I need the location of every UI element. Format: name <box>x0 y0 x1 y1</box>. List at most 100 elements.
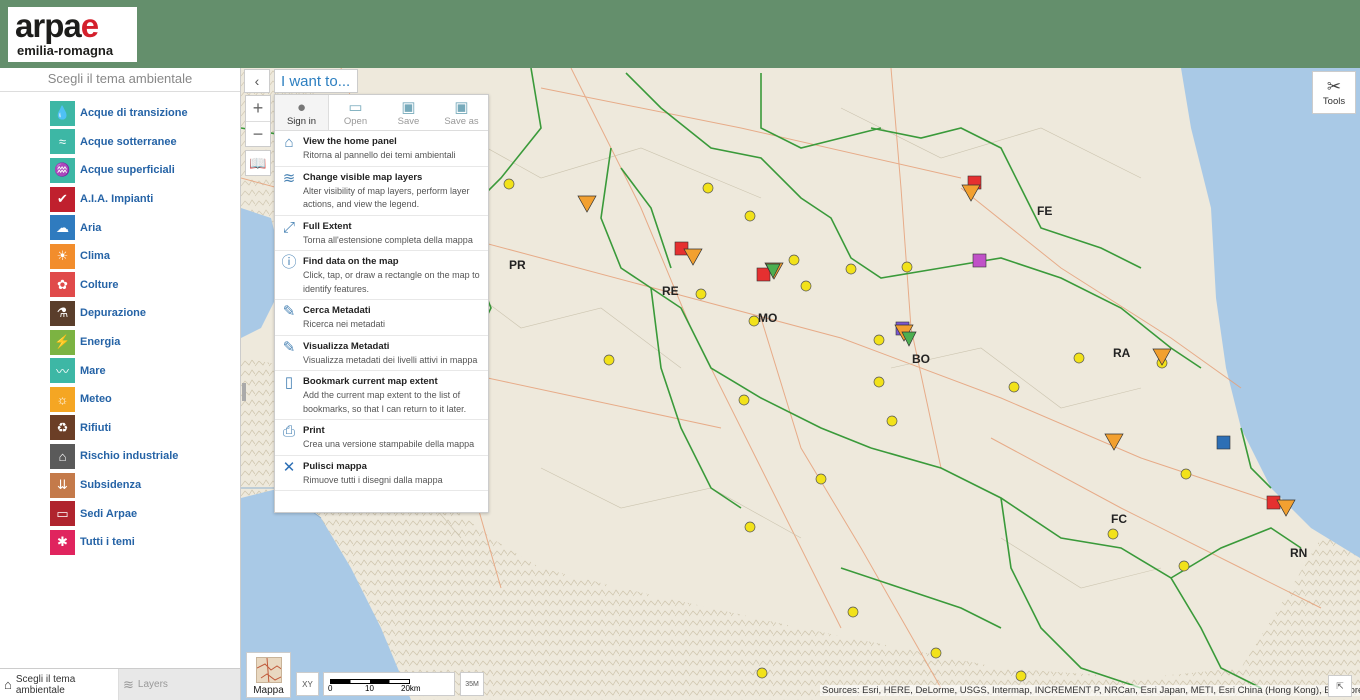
menu-item[interactable]: ▯ Bookmark current map extent Add the curr… <box>275 371 488 420</box>
menu-item[interactable]: ⎙ Print Crea una versione stampabile della… <box>275 420 488 456</box>
zoom-out-button[interactable]: − <box>246 121 270 146</box>
full-extent-icon: ⤢ <box>282 218 295 236</box>
alert-marker <box>577 195 597 213</box>
alert-marker <box>1104 433 1124 451</box>
menu-item[interactable]: ≋ Change visible map layers Alter visibili… <box>275 167 488 216</box>
menu-item[interactable]: ✎ Cerca Metadati Ricerca nei metadati <box>275 300 488 336</box>
theme-item[interactable]: 〰 Mare <box>0 356 240 385</box>
theme-item[interactable]: ☁ Aria <box>0 213 240 242</box>
expand-attribution-button[interactable]: ⇱ <box>1328 675 1352 697</box>
i-want-to-button[interactable]: I want to... <box>274 69 358 93</box>
sidebar-title: Scegli il tema ambientale <box>0 68 240 92</box>
chevron-left-icon: ‹ <box>254 73 260 89</box>
theme-label: Depurazione <box>80 307 147 320</box>
theme-label: Rischio industriale <box>80 450 179 463</box>
station-marker <box>873 334 885 346</box>
printer-icon: ⎙ <box>282 423 295 440</box>
theme-label: Colture <box>80 278 119 291</box>
theme-label: Mare <box>80 364 106 377</box>
sidebar-tabs: ⌂ Scegli il tema ambientale ≋ Layers <box>0 668 240 700</box>
zoom-in-button[interactable]: + <box>246 96 270 121</box>
theme-label: Rifiuti <box>80 421 112 434</box>
purification-icon: ⚗ <box>50 300 75 326</box>
theme-label: Tutti i temi <box>80 536 135 549</box>
save-as-button[interactable]: ▣ Save as <box>435 95 488 130</box>
theme-item[interactable]: ☼ Meteo <box>0 385 240 414</box>
theme-label: Energia <box>80 336 121 349</box>
minus-icon: − <box>252 123 264 144</box>
open-button[interactable]: ▭ Open <box>329 95 382 130</box>
theme-item[interactable]: ⚗ Depurazione <box>0 299 240 328</box>
water-drop-icon: 💧 <box>50 100 75 126</box>
menu-item[interactable]: ⤢ Full Extent Torna all'estensione complet… <box>275 216 488 251</box>
theme-item[interactable]: ✱ Tutti i temi <box>0 528 240 557</box>
theme-item[interactable]: ✔ A.I.A. Impianti <box>0 185 240 214</box>
province-label-bo: BO <box>912 352 930 366</box>
check-shield-icon: ✔ <box>50 186 75 212</box>
plus-icon: + <box>252 98 264 118</box>
theme-item[interactable]: 💧 Acque di transizione <box>0 99 240 128</box>
theme-label: Clima <box>80 250 110 263</box>
menu-item-description: Crea una versione stampabile della mappa <box>303 439 475 449</box>
tab-themes[interactable]: ⌂ Scegli il tema ambientale <box>0 669 119 700</box>
province-label-fe: FE <box>1037 204 1053 218</box>
theme-item[interactable]: ⌂ Rischio industriale <box>0 442 240 471</box>
pencil-icon: ✎ <box>282 303 296 320</box>
station-marker <box>901 261 913 273</box>
sign-in-button[interactable]: ● Sign in <box>275 95 329 130</box>
theme-item[interactable]: ✿ Colture <box>0 271 240 300</box>
basemap-button[interactable]: Mappa <box>246 652 291 698</box>
facility-marker <box>972 253 987 268</box>
station-marker <box>1015 670 1027 682</box>
arpae-logo[interactable]: arpae emilia-romagna <box>8 7 137 62</box>
tab-layers[interactable]: ≋ Layers <box>119 669 240 700</box>
theme-item[interactable]: ⚡ Energia <box>0 328 240 357</box>
theme-item[interactable]: ≈ Acque sotterranee <box>0 128 240 157</box>
menu-item[interactable]: ✎ Visualizza Metadati Visualizza metadati … <box>275 336 488 371</box>
scale-text-button[interactable]: 35M <box>460 672 484 696</box>
facility-marker <box>1216 435 1231 450</box>
menu-item-description: Click, tap, or draw a rectangle on the m… <box>303 270 480 294</box>
i-want-to-panel: ● Sign in ▭ Open ▣ Save ▣ Save as ⌂ View the hom… <box>274 94 489 513</box>
collapse-sidebar-button[interactable]: ‹ <box>244 69 270 93</box>
theme-item[interactable]: ▭ Sedi Arpae <box>0 499 240 528</box>
menu-item-title: Change visible map layers <box>303 171 423 183</box>
clear-icon: ✕ <box>282 458 296 476</box>
station-marker <box>702 182 714 194</box>
theme-item[interactable]: ♻ Rifiuti <box>0 414 240 443</box>
menu-item-description: Visualizza metadati dei livelli attivi i… <box>303 354 478 365</box>
tools-button[interactable]: ✂ Tools <box>1312 71 1356 114</box>
user-icon: ● <box>296 99 307 116</box>
panel-resize-handle[interactable] <box>242 383 246 401</box>
save-as-icon: ▣ <box>454 99 469 116</box>
station-marker <box>695 288 707 300</box>
alert-marker <box>1152 348 1172 366</box>
folder-icon: ▭ <box>348 99 363 116</box>
tab-themes-label: Scegli il tema ambientale <box>15 673 76 696</box>
theme-label: Sedi Arpae <box>80 507 138 520</box>
theme-item[interactable]: ☀ Clima <box>0 242 240 271</box>
save-button[interactable]: ▣ Save <box>382 95 435 130</box>
station-marker <box>756 667 768 679</box>
menu-item[interactable]: ✕ Pulisci mappa Rimuove tutti i disegni da… <box>275 456 488 491</box>
menu-item-title: Full Extent <box>303 220 352 232</box>
layers-icon: ≋ <box>123 676 134 692</box>
menu-item[interactable]: ⌂ View the home panel Ritorna al pannello … <box>275 131 488 167</box>
expand-icon: ⇱ <box>1336 680 1344 691</box>
theme-item[interactable]: ⇊ Subsidenza <box>0 471 240 500</box>
province-label-mo: MO <box>758 311 778 325</box>
menu-item-description: Torna all'estensione completa della mapp… <box>303 234 473 245</box>
menu-item-text: Print Crea una versione stampabile della … <box>303 424 474 452</box>
basemap-thumbnail <box>255 657 282 683</box>
theme-label: Subsidenza <box>80 479 142 492</box>
coordinates-button[interactable]: XY <box>296 672 319 696</box>
bookmarks-button[interactable]: 📖 <box>245 150 271 176</box>
menu-item[interactable]: ⓘ Find data on the map Click, tap, or draw… <box>275 251 488 300</box>
station-marker <box>1008 381 1020 393</box>
theme-item[interactable]: ♒ Acque superficiali <box>0 156 240 185</box>
station-marker <box>1107 528 1119 540</box>
sea-icon: 〰 <box>50 358 75 384</box>
menu-item-title: Pulisci mappa <box>303 460 367 472</box>
station-marker <box>845 263 857 275</box>
energy-icon: ⚡ <box>50 329 75 355</box>
